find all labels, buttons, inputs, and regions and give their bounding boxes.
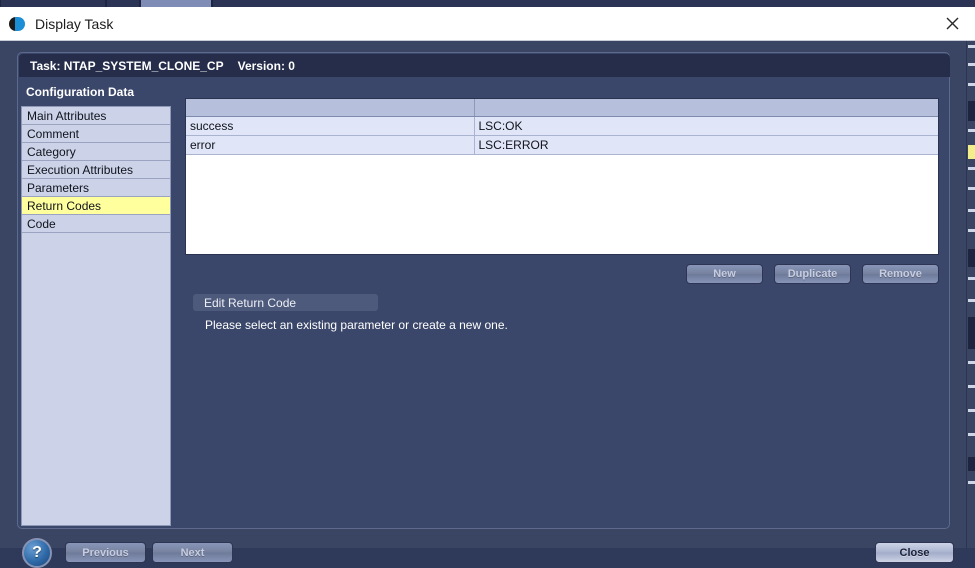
close-button[interactable]: Close	[875, 542, 954, 563]
tab-partial-3-active[interactable]	[140, 0, 212, 7]
scrollbar-mark	[968, 249, 975, 267]
edit-return-code-title: Edit Return Code	[204, 295, 297, 310]
sidebar-item-comment[interactable]: Comment	[22, 125, 170, 143]
cell-return-code-name[interactable]: success	[186, 116, 475, 136]
configuration-data-heading: Configuration Data	[26, 85, 134, 99]
editor-message: Please select an existing parameter or c…	[205, 318, 508, 332]
task-name-label: Task: NTAP_SYSTEM_CLONE_CP	[30, 58, 224, 73]
close-button-wrapper: Close	[875, 542, 954, 563]
edit-return-code-section-header: Edit Return Code	[193, 294, 378, 311]
app-logo-icon	[9, 16, 25, 32]
task-panel: Task: NTAP_SYSTEM_CLONE_CP Version: 0 Co…	[17, 52, 950, 529]
table-row[interactable]: success LSC:OK	[186, 116, 938, 136]
scrollbar-mark	[968, 409, 975, 412]
sidebar-item-execution-attributes[interactable]: Execution Attributes	[22, 161, 170, 179]
scrollbar-mark	[968, 209, 975, 212]
return-codes-table[interactable]: success LSC:OK error LSC:ERROR	[185, 98, 939, 255]
navigation-buttons: Previous Next	[65, 542, 233, 563]
column-header-value[interactable]	[474, 99, 938, 117]
scrollbar-mark	[968, 385, 975, 388]
new-button[interactable]: New	[686, 264, 763, 284]
panel-header: Task: NTAP_SYSTEM_CLONE_CP Version: 0	[19, 54, 950, 77]
scrollbar-mark	[968, 317, 975, 349]
grid-action-buttons: New Duplicate Remove	[686, 264, 939, 284]
browser-tab-strip	[0, 0, 975, 7]
help-button[interactable]: ?	[22, 538, 52, 568]
scrollbar-mark	[968, 361, 975, 364]
scrollbar-mark	[968, 229, 975, 232]
close-icon[interactable]	[929, 7, 975, 40]
tab-partial-1[interactable]	[0, 0, 106, 7]
sidebar-item-code[interactable]: Code	[22, 215, 170, 233]
scrollbar-mark	[968, 457, 975, 471]
task-version-label: Version: 0	[237, 58, 295, 73]
duplicate-button[interactable]: Duplicate	[774, 264, 851, 284]
dialog-footer: ? Previous Next Close	[0, 494, 975, 568]
scrollbar-mark	[968, 83, 975, 86]
scrollbar-mark	[968, 145, 975, 159]
scrollbar-mark	[968, 167, 975, 170]
sidebar-item-parameters[interactable]: Parameters	[22, 179, 170, 197]
cell-return-code-value[interactable]: LSC:ERROR	[474, 135, 938, 155]
scrollbar-mark	[968, 101, 975, 121]
next-button[interactable]: Next	[152, 542, 233, 563]
table-row[interactable]: error LSC:ERROR	[186, 135, 938, 155]
overview-scrollbar[interactable]	[966, 41, 975, 548]
scrollbar-mark	[968, 187, 975, 190]
previous-button[interactable]: Previous	[65, 542, 146, 563]
scrollbar-mark	[968, 129, 975, 132]
cell-return-code-value[interactable]: LSC:OK	[474, 116, 938, 136]
sidebar-item-return-codes[interactable]: Return Codes	[22, 197, 170, 215]
window-title-bar: Display Task	[0, 7, 975, 41]
tab-partial-4[interactable]	[212, 0, 975, 7]
window-title: Display Task	[35, 15, 114, 32]
scrollbar-mark	[968, 433, 975, 436]
table-header-row	[186, 99, 938, 117]
column-header-name[interactable]	[186, 99, 475, 117]
scrollbar-mark	[968, 277, 975, 280]
sidebar-item-category[interactable]: Category	[22, 143, 170, 161]
cell-return-code-name[interactable]: error	[186, 135, 475, 155]
tab-partial-2[interactable]	[106, 0, 140, 7]
scrollbar-mark	[968, 63, 975, 66]
scrollbar-mark	[968, 299, 975, 302]
dialog-body: Task: NTAP_SYSTEM_CLONE_CP Version: 0 Co…	[0, 41, 975, 568]
main-content: success LSC:OK error LSC:ERROR New Duplicate…	[185, 98, 947, 526]
scrollbar-mark	[968, 45, 975, 48]
configuration-sidebar[interactable]: Main Attributes Comment Category Execution …	[21, 106, 171, 526]
remove-button[interactable]: Remove	[862, 264, 939, 284]
sidebar-item-main-attributes[interactable]: Main Attributes	[22, 107, 170, 125]
scrollbar-mark	[968, 481, 975, 484]
